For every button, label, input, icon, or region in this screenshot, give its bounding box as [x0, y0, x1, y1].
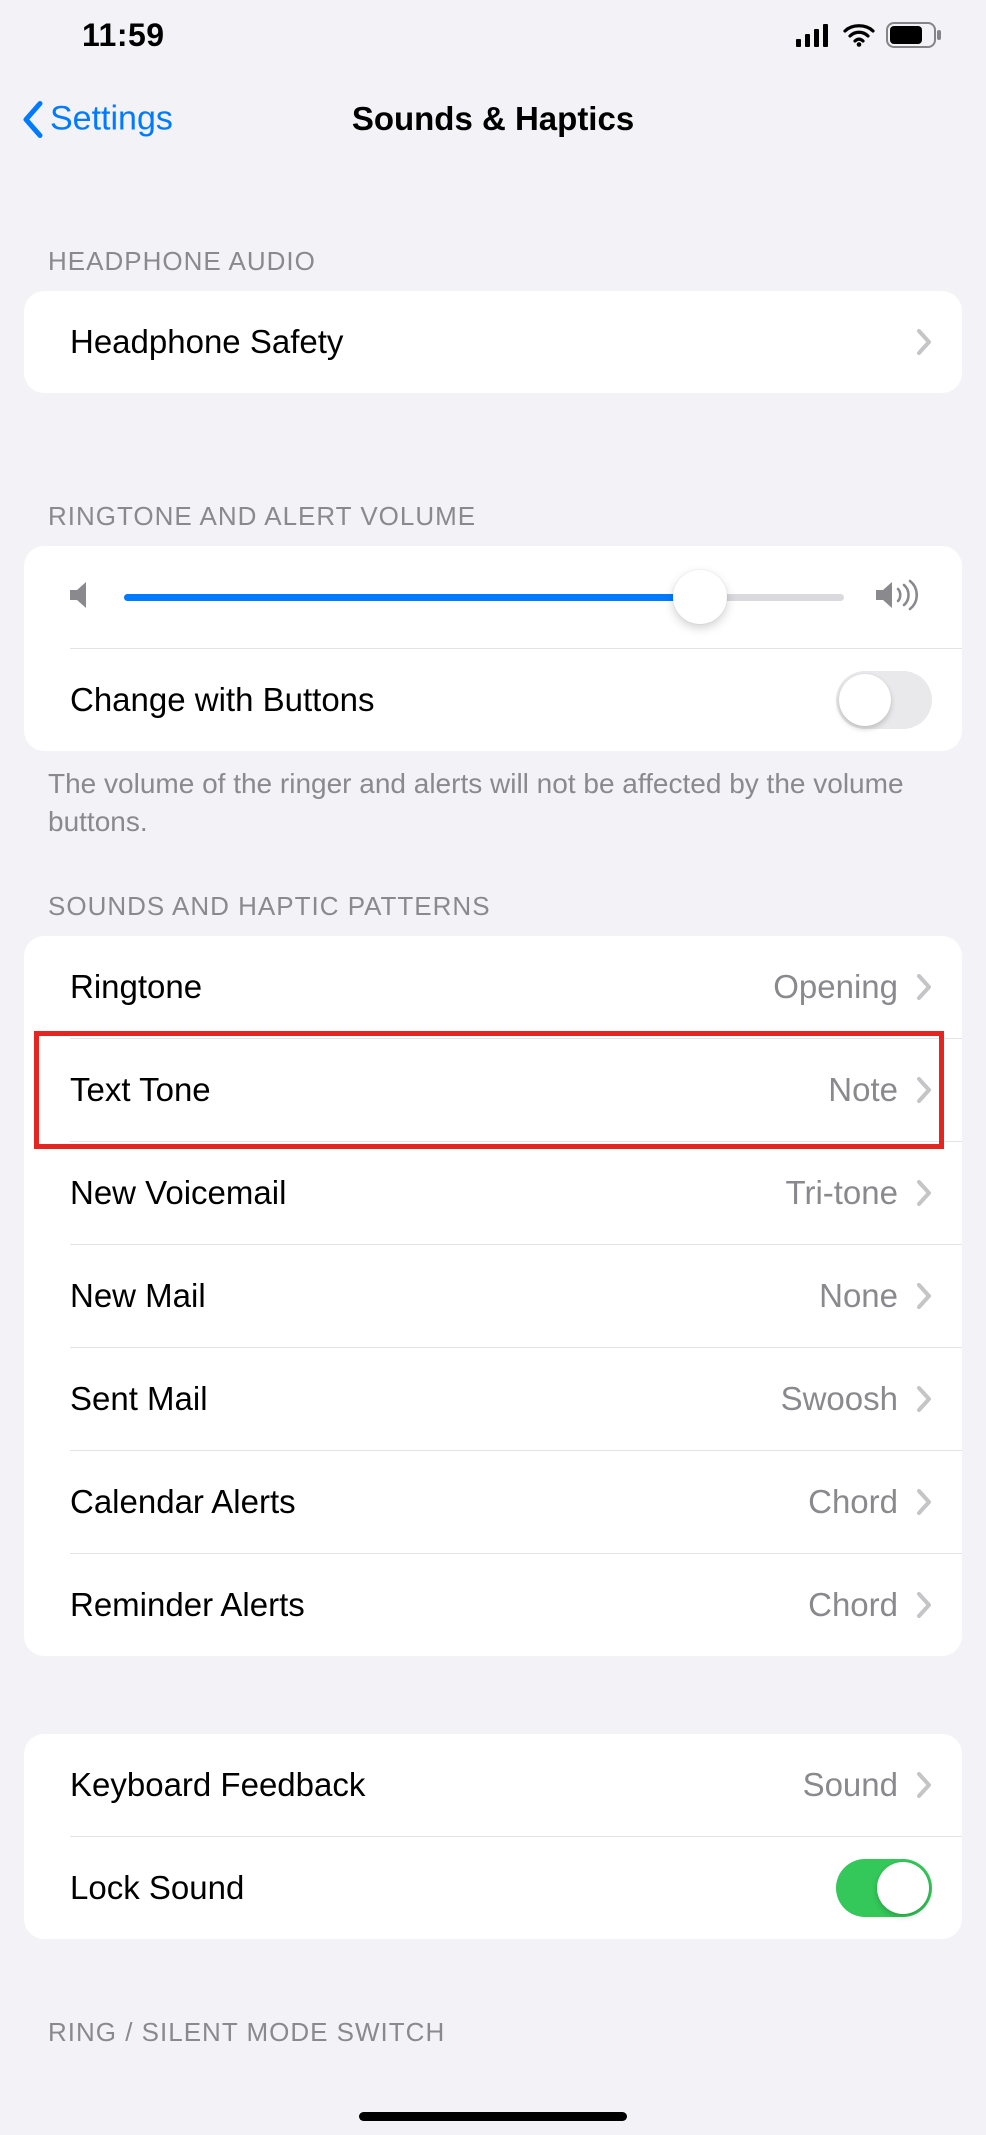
row-change-with-buttons[interactable]: Change with Buttons: [24, 649, 962, 751]
chevron-right-icon: [916, 1282, 932, 1310]
row-value: Chord: [808, 1483, 898, 1521]
row-value: Opening: [773, 968, 898, 1006]
status-indicators: [796, 22, 942, 48]
volume-high-icon: [874, 579, 918, 616]
chevron-right-icon: [916, 1076, 932, 1104]
chevron-right-icon: [916, 1591, 932, 1619]
group-volume: Change with Buttons: [24, 546, 962, 751]
chevron-right-icon: [916, 1771, 932, 1799]
row-calendar-alerts[interactable]: Calendar Alerts Chord: [24, 1451, 962, 1553]
row-label: Keyboard Feedback: [70, 1766, 365, 1804]
row-lock-sound[interactable]: Lock Sound: [24, 1837, 962, 1939]
chevron-right-icon: [916, 973, 932, 1001]
wifi-icon: [842, 23, 876, 47]
status-time: 11:59: [82, 17, 165, 54]
page-title: Sounds & Haptics: [352, 100, 634, 138]
cellular-icon: [796, 23, 832, 47]
section-header-ring-switch: RING / SILENT MODE SWITCH: [0, 2017, 986, 2048]
row-label: Ringtone: [70, 968, 202, 1006]
row-value: Note: [828, 1071, 898, 1109]
row-new-voicemail[interactable]: New Voicemail Tri-tone: [24, 1142, 962, 1244]
volume-slider[interactable]: [124, 594, 844, 601]
volume-low-icon: [68, 580, 94, 615]
row-keyboard-feedback[interactable]: Keyboard Feedback Sound: [24, 1734, 962, 1836]
row-label: New Mail: [70, 1277, 206, 1315]
row-reminder-alerts[interactable]: Reminder Alerts Chord: [24, 1554, 962, 1656]
group-headphone: Headphone Safety: [24, 291, 962, 393]
row-headphone-safety[interactable]: Headphone Safety: [24, 291, 962, 393]
row-label: New Voicemail: [70, 1174, 286, 1212]
chevron-left-icon: [20, 100, 44, 138]
row-sent-mail[interactable]: Sent Mail Swoosh: [24, 1348, 962, 1450]
row-value: Sound: [803, 1766, 898, 1804]
chevron-right-icon: [916, 1385, 932, 1413]
group-patterns: Ringtone Opening Text Tone Note New Voicemai…: [24, 936, 962, 1656]
row-new-mail[interactable]: New Mail None: [24, 1245, 962, 1347]
group-feedback: Keyboard Feedback Sound Lock Sound: [24, 1734, 962, 1939]
section-header-headphone: HEADPHONE AUDIO: [0, 246, 986, 291]
chevron-right-icon: [916, 328, 932, 356]
row-label: Sent Mail: [70, 1380, 208, 1418]
change-with-buttons-toggle[interactable]: [836, 671, 932, 729]
lock-sound-toggle[interactable]: [836, 1859, 932, 1917]
volume-slider-row: [24, 546, 962, 648]
row-label: Text Tone: [70, 1071, 211, 1109]
row-label: Lock Sound: [70, 1869, 244, 1907]
row-value: Chord: [808, 1586, 898, 1624]
row-value: Tri-tone: [786, 1174, 898, 1212]
row-label: Change with Buttons: [70, 681, 375, 719]
row-ringtone[interactable]: Ringtone Opening: [24, 936, 962, 1038]
status-bar: 11:59: [0, 0, 986, 70]
row-label: Calendar Alerts: [70, 1483, 296, 1521]
section-footer-volume: The volume of the ringer and alerts will…: [0, 751, 986, 841]
section-header-volume: RINGTONE AND ALERT VOLUME: [0, 501, 986, 546]
chevron-right-icon: [916, 1488, 932, 1516]
row-text-tone[interactable]: Text Tone Note: [24, 1039, 962, 1141]
nav-bar: Settings Sounds & Haptics: [0, 70, 986, 168]
battery-icon: [886, 22, 942, 48]
row-value: Swoosh: [781, 1380, 898, 1418]
row-value: None: [819, 1277, 898, 1315]
home-indicator[interactable]: [359, 2112, 627, 2121]
back-label: Settings: [50, 100, 173, 139]
slider-thumb[interactable]: [673, 570, 727, 624]
chevron-right-icon: [916, 1179, 932, 1207]
back-button[interactable]: Settings: [20, 100, 173, 139]
section-header-patterns: SOUNDS AND HAPTIC PATTERNS: [0, 891, 986, 936]
row-label: Headphone Safety: [70, 323, 343, 361]
row-label: Reminder Alerts: [70, 1586, 305, 1624]
